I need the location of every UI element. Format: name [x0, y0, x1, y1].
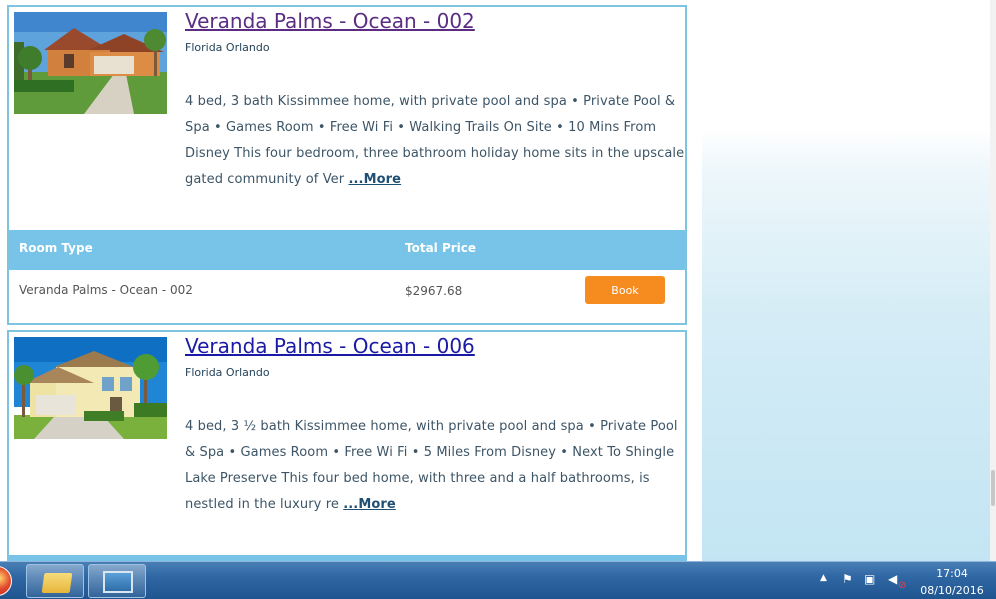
- clock-date[interactable]: 08/10/2016: [916, 584, 988, 597]
- taskbar-explorer-button[interactable]: [26, 564, 84, 598]
- listing-location: Florida Orlando: [185, 41, 270, 54]
- listing-description: 4 bed, 3 bath Kissimmee home, with priva…: [185, 89, 687, 193]
- network-icon[interactable]: ▣: [864, 572, 875, 586]
- page-scrollbar[interactable]: [990, 0, 996, 561]
- rates-table-header: Room Type Total Price: [9, 230, 685, 270]
- action-center-flag-icon[interactable]: ⚑: [842, 572, 853, 586]
- listing-title-link[interactable]: Veranda Palms - Ocean - 006: [185, 334, 475, 358]
- property-photo[interactable]: [14, 12, 167, 114]
- windows-taskbar: ▲ ⚑ ▣ ◀ ⊘ 17:04 08/10/2016: [0, 561, 996, 599]
- system-tray: ▲ ⚑ ▣ ◀ ⊘ 17:04 08/10/2016: [816, 562, 996, 599]
- listing-card: Veranda Palms - Ocean - 006 Florida Orla…: [7, 330, 687, 561]
- show-hidden-icons-arrow-icon[interactable]: ▲: [820, 573, 827, 583]
- scrollbar-thumb[interactable]: [991, 470, 995, 506]
- read-more-link[interactable]: ...More: [348, 172, 401, 187]
- display-icon: [103, 571, 133, 593]
- taskbar-app-button[interactable]: [88, 564, 146, 598]
- listing-description: 4 bed, 3 ½ bath Kissimmee home, with pri…: [185, 414, 687, 518]
- volume-muted-icon[interactable]: ◀: [888, 572, 897, 586]
- mute-indicator-icon: ⊘: [898, 580, 907, 591]
- clock-time[interactable]: 17:04: [924, 567, 980, 580]
- page-side-background: [702, 0, 990, 561]
- book-button[interactable]: Book: [585, 276, 665, 304]
- folder-icon: [41, 573, 73, 593]
- browser-viewport: Veranda Palms - Ocean - 002 Florida Orla…: [0, 0, 996, 561]
- room-type-cell: Veranda Palms - Ocean - 002: [19, 283, 193, 297]
- description-text: 4 bed, 3 ½ bath Kissimmee home, with pri…: [185, 419, 678, 512]
- column-header-total-price: Total Price: [405, 241, 477, 255]
- total-price-cell: $2967.68: [405, 284, 463, 298]
- table-row: Veranda Palms - Ocean - 002 $2967.68 Boo…: [9, 270, 685, 323]
- listing-card: Veranda Palms - Ocean - 002 Florida Orla…: [7, 5, 687, 325]
- start-button[interactable]: [0, 566, 12, 596]
- property-photo[interactable]: [14, 337, 167, 439]
- listing-location: Florida Orlando: [185, 366, 270, 379]
- read-more-link[interactable]: ...More: [343, 497, 396, 512]
- listing-title-link[interactable]: Veranda Palms - Ocean - 002: [185, 9, 475, 33]
- description-text: 4 bed, 3 bath Kissimmee home, with priva…: [185, 94, 685, 187]
- column-header-room-type: Room Type: [19, 241, 93, 255]
